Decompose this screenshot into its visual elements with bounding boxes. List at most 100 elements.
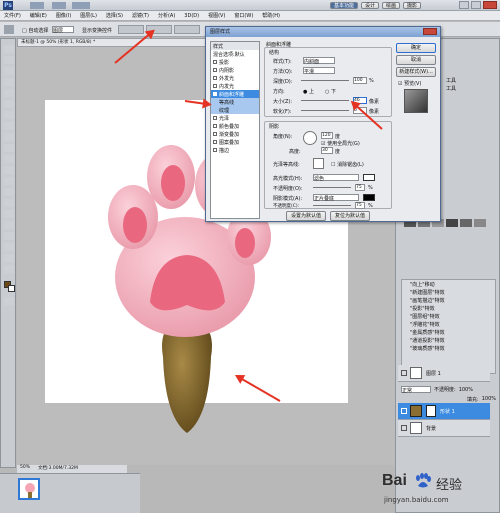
menu-window[interactable]: 窗口(W) xyxy=(234,12,253,19)
style-gradient-overlay[interactable]: 渐变叠加 xyxy=(211,130,259,138)
styles-header[interactable]: 样式 xyxy=(211,42,259,50)
eraser-tool-icon[interactable] xyxy=(4,155,14,163)
menu-edit[interactable]: 编辑(E) xyxy=(30,12,47,19)
move-tool-icon[interactable] xyxy=(4,45,14,53)
highlight-opacity-field[interactable]: 75 xyxy=(355,184,365,191)
style-satin[interactable]: 光泽 xyxy=(211,114,259,122)
menu-view[interactable]: 视图(V) xyxy=(208,12,225,19)
global-light-checkbox[interactable]: ☑ 使用全局光(G) xyxy=(321,140,360,147)
type-tool-icon[interactable] xyxy=(4,210,14,218)
menu-image[interactable]: 图像(I) xyxy=(56,12,71,19)
checkbox-icon[interactable] xyxy=(213,116,217,120)
checkbox-checked-icon[interactable] xyxy=(213,92,217,96)
layer-row[interactable]: 背景 xyxy=(398,420,490,437)
checkbox-icon[interactable] xyxy=(213,132,217,136)
zoom-level-icon[interactable] xyxy=(72,2,90,9)
style-swatch[interactable] xyxy=(474,219,486,227)
zoom-tool-icon[interactable] xyxy=(4,265,14,273)
action-item[interactable]: "玻璃质感"特效 xyxy=(402,344,495,352)
checkbox-icon[interactable] xyxy=(213,76,217,80)
cancel-button[interactable]: 取消 xyxy=(396,55,436,65)
minimize-icon[interactable] xyxy=(459,1,469,9)
crop-tool-icon[interactable] xyxy=(4,89,14,97)
menu-select[interactable]: 选择(S) xyxy=(106,12,123,19)
menu-help[interactable]: 帮助(H) xyxy=(262,12,280,19)
gradient-tool-icon[interactable] xyxy=(4,166,14,174)
quick-mask-icon[interactable] xyxy=(4,297,14,305)
style-inner-shadow[interactable]: 内阴影 xyxy=(211,66,259,74)
move-tool-icon[interactable] xyxy=(4,25,14,34)
angle-dial[interactable] xyxy=(303,131,317,145)
shadow-opacity-slider[interactable] xyxy=(313,205,351,206)
highlight-opacity-slider[interactable] xyxy=(313,187,351,188)
menu-filter[interactable]: 滤镜(T) xyxy=(132,12,149,19)
soften-slider[interactable] xyxy=(301,110,349,111)
brush-tool-icon[interactable] xyxy=(4,122,14,130)
opacity-value[interactable]: 100% xyxy=(459,387,473,393)
stamp-tool-icon[interactable] xyxy=(4,133,14,141)
bridge-icon[interactable] xyxy=(30,2,44,9)
menu-layer[interactable]: 图层(L) xyxy=(80,12,97,19)
reset-default-button[interactable]: 复位为默认值 xyxy=(330,211,370,221)
action-item[interactable]: "投影"特效 xyxy=(402,304,495,312)
healing-tool-icon[interactable] xyxy=(4,111,14,119)
eye-icon[interactable] xyxy=(401,408,407,414)
style-texture[interactable]: 纹理 xyxy=(211,106,259,114)
shadow-color-swatch[interactable] xyxy=(363,194,375,201)
shadow-opacity-field[interactable]: 75 xyxy=(355,202,365,209)
checkbox-icon[interactable] xyxy=(213,140,217,144)
align-top-icon[interactable] xyxy=(118,25,144,34)
eye-icon[interactable] xyxy=(401,425,407,431)
maximize-icon[interactable] xyxy=(471,1,481,9)
menu-analysis[interactable]: 分析(A) xyxy=(158,12,175,19)
highlight-mode-select[interactable]: 滤色 xyxy=(313,174,359,182)
action-item[interactable]: "画笔描边"特效 xyxy=(402,296,495,304)
new-style-button[interactable]: 新建样式(W)... xyxy=(396,67,436,77)
background-color-swatch[interactable] xyxy=(8,285,15,292)
ok-button[interactable]: 确定 xyxy=(396,43,436,53)
workspace-paint[interactable]: 绘画 xyxy=(382,2,401,9)
make-default-button[interactable]: 设置为默认值 xyxy=(286,211,326,221)
style-pattern-overlay[interactable]: 图案叠加 xyxy=(211,138,259,146)
history-brush-icon[interactable] xyxy=(4,144,14,152)
style-blend-options[interactable]: 混合选项:默认 xyxy=(211,50,259,58)
close-icon[interactable] xyxy=(483,1,497,9)
navigator-thumbnail[interactable] xyxy=(18,478,40,500)
action-item[interactable]: "金属质感"特效 xyxy=(402,328,495,336)
quick-select-tool-icon[interactable] xyxy=(4,78,14,86)
menu-file[interactable]: 文件(F) xyxy=(4,12,21,19)
marquee-tool-icon[interactable] xyxy=(4,56,14,64)
eyedropper-tool-icon[interactable] xyxy=(4,100,14,108)
action-item[interactable]: "浮雕花"特效 xyxy=(402,320,495,328)
shape-tool-icon[interactable] xyxy=(4,232,14,240)
eye-icon[interactable] xyxy=(401,370,407,376)
depth-field[interactable]: 100 xyxy=(353,77,367,84)
style-inner-glow[interactable]: 内发光 xyxy=(211,82,259,90)
action-item[interactable]: "新建图层"特效 xyxy=(402,288,495,296)
action-item[interactable]: "图层组"特效 xyxy=(402,312,495,320)
workspace-design[interactable]: 设计 xyxy=(361,2,380,9)
pen-tool-icon[interactable] xyxy=(4,199,14,207)
document-tab[interactable]: 未标题-1 @ 50% (形状 1, RGB/8) * xyxy=(17,38,207,47)
checkbox-icon[interactable] xyxy=(213,84,217,88)
action-item[interactable]: "通道投影"特效 xyxy=(402,336,495,344)
direction-down-radio[interactable]: ○ 下 xyxy=(325,88,336,95)
technique-select[interactable]: 平滑 xyxy=(303,67,335,75)
auto-select-checkbox[interactable]: □ 自动选择 xyxy=(22,27,48,34)
checkbox-icon[interactable] xyxy=(213,60,217,64)
style-select[interactable]: 内斜面 xyxy=(303,57,335,65)
action-item[interactable]: "向上"移动 xyxy=(402,280,495,288)
checkbox-icon[interactable] xyxy=(213,68,217,72)
3d-tool-icon[interactable] xyxy=(4,243,14,251)
checkbox-icon[interactable] xyxy=(213,124,217,128)
show-transform-controls[interactable]: 显示变换控件 xyxy=(82,27,112,34)
dodge-tool-icon[interactable] xyxy=(4,188,14,196)
workspace-essentials[interactable]: 基本功能 xyxy=(330,2,359,9)
blur-tool-icon[interactable] xyxy=(4,177,14,185)
style-contour[interactable]: 等高线 xyxy=(211,98,259,106)
layer-row-selected[interactable]: 形状 1 xyxy=(398,403,490,420)
depth-slider[interactable] xyxy=(301,80,349,81)
layer-row[interactable]: 图层 1 xyxy=(398,365,490,382)
style-drop-shadow[interactable]: 投影 xyxy=(211,58,259,66)
hand-tool-icon[interactable] xyxy=(4,254,14,262)
